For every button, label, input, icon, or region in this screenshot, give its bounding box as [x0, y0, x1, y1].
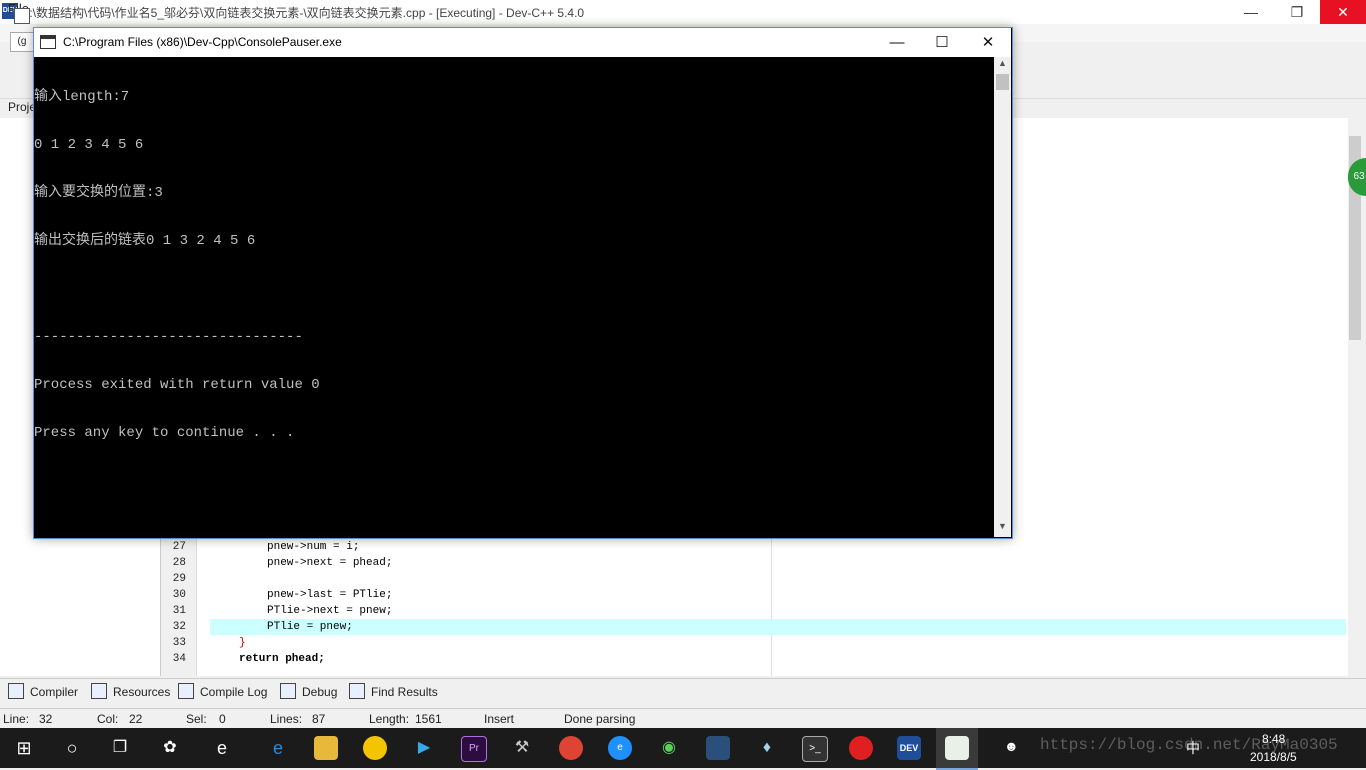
console-title: C:\Program Files (x86)\Dev-Cpp\ConsolePa…	[63, 35, 342, 49]
new-file-icon[interactable]	[14, 8, 30, 24]
clock-time[interactable]: 8:48	[1262, 732, 1285, 746]
console-maximize-icon[interactable]: ☐	[919, 28, 965, 57]
console-window-icon	[40, 35, 56, 49]
line-number: 30	[172, 589, 186, 601]
line-number: 32	[172, 621, 186, 633]
tab-project[interactable]: Proje	[8, 100, 36, 114]
status-length-label: Length:	[369, 712, 410, 726]
tab-debug-label: Debug	[302, 685, 338, 699]
status-line-label: Line:	[3, 712, 30, 726]
code-line: PTlie->next = pnew;	[267, 605, 393, 617]
scroll-up-icon[interactable]: ▲	[994, 58, 1011, 72]
tools-icon[interactable]: ⚒	[510, 736, 534, 760]
code-line: PTlie = pnew;	[267, 621, 353, 633]
code-line: pnew->next = phead;	[267, 557, 393, 569]
checkmark-icon	[280, 683, 296, 699]
cortana-search-icon[interactable]: ○	[60, 736, 84, 760]
status-sel-label: Sel:	[186, 712, 207, 726]
line-number: 33	[172, 637, 186, 649]
mysql-icon[interactable]	[706, 736, 730, 760]
status-col-value: 22	[129, 712, 143, 726]
tab-compiler[interactable]: Compiler	[8, 683, 78, 699]
console-pauser-taskbar-icon[interactable]	[945, 736, 969, 760]
ie-browser-icon[interactable]: e	[608, 736, 632, 760]
tab-compile-log[interactable]: Compile Log	[178, 683, 267, 699]
resources-icon	[91, 683, 107, 699]
app-icon[interactable]: ✿	[158, 736, 182, 760]
tab-compile-log-label: Compile Log	[200, 685, 268, 699]
ime-indicator[interactable]: 中	[1186, 738, 1200, 758]
console-line: 输出交换后的链表0 1 3 2 4 5 6	[34, 233, 256, 249]
compiler-select[interactable]: (g	[10, 32, 34, 52]
people-icon[interactable]: ☻	[1004, 738, 1019, 754]
ie-icon[interactable]: e	[210, 736, 234, 760]
line-number: 28	[172, 557, 186, 569]
console-line: Process exited with return value 0	[34, 377, 320, 393]
video-player-icon[interactable]: ▶	[412, 736, 436, 760]
wechat-icon[interactable]: ◉	[657, 736, 681, 760]
app-icon[interactable]	[363, 736, 387, 760]
line-number: 34	[172, 653, 186, 665]
minimize-icon[interactable]: —	[1228, 0, 1274, 24]
status-message: Done parsing	[564, 712, 636, 726]
app-icon[interactable]: ♦	[755, 736, 779, 760]
console-scrollbar-thumb[interactable]	[996, 74, 1009, 90]
tab-find-results[interactable]: Find Results	[349, 683, 438, 699]
status-lines-value: 87	[312, 712, 326, 726]
scroll-down-icon[interactable]: ▼	[994, 521, 1011, 535]
task-view-icon[interactable]: ❐	[108, 736, 132, 760]
chrome-icon[interactable]	[559, 736, 583, 760]
edge-icon[interactable]: e	[266, 736, 290, 760]
code-line: pnew->num = i;	[267, 541, 360, 553]
devcpp-taskbar-icon[interactable]: DEV	[897, 736, 921, 760]
status-col-label: Col:	[97, 712, 119, 726]
line-number: 31	[172, 605, 186, 617]
restore-icon[interactable]: ❐	[1274, 0, 1320, 24]
line-number: 27	[172, 541, 186, 553]
console-icon[interactable]: >_	[802, 736, 828, 762]
console-line: --------------------------------	[34, 329, 303, 345]
console-close-icon[interactable]: ✕	[965, 28, 1011, 57]
current-line-highlight	[210, 619, 1346, 635]
status-lines-label: Lines:	[270, 712, 303, 726]
code-line: return phead;	[239, 653, 325, 665]
status-sel-value: 0	[219, 712, 226, 726]
console-line: 输入要交换的位置:3	[34, 185, 163, 201]
bar-chart-icon	[178, 683, 194, 699]
line-number: 29	[172, 573, 186, 585]
console-output[interactable]: 输入length:7 0 1 2 3 4 5 6 输入要交换的位置:3 输出交换…	[34, 57, 994, 537]
windows-start-icon[interactable]: ⊞	[12, 736, 36, 760]
compiler-grid-icon	[8, 683, 24, 699]
netease-music-icon[interactable]	[849, 736, 873, 760]
console-line: Press any key to continue . . .	[34, 425, 295, 441]
tab-resources[interactable]: Resources	[91, 683, 170, 699]
tab-resources-label: Resources	[113, 685, 171, 699]
code-line: pnew->last = PTlie;	[267, 589, 393, 601]
console-minimize-icon[interactable]: —	[874, 28, 920, 57]
status-line-value: 32	[39, 712, 53, 726]
tab-compiler-label: Compiler	[30, 685, 79, 699]
close-icon[interactable]: ✕	[1320, 0, 1366, 24]
magnifier-icon	[349, 683, 365, 699]
status-length-value: 1561	[415, 712, 442, 726]
code-line: }	[239, 637, 246, 649]
premiere-icon[interactable]: Pr	[461, 736, 487, 762]
console-line: 输入length:7	[34, 89, 130, 105]
ide-window-title: F:\数据结构\代码\作业名5_邬必芬\双向链表交换元素-\双向链表交换元素.c…	[22, 6, 585, 20]
console-line: 0 1 2 3 4 5 6	[34, 137, 144, 153]
clock-date[interactable]: 2018/8/5	[1250, 750, 1297, 764]
file-explorer-icon[interactable]	[314, 736, 338, 760]
status-insert-mode: Insert	[484, 712, 515, 726]
console-scrollbar[interactable]	[994, 57, 1011, 537]
tab-find-results-label: Find Results	[371, 685, 438, 699]
tab-debug[interactable]: Debug	[280, 683, 337, 699]
